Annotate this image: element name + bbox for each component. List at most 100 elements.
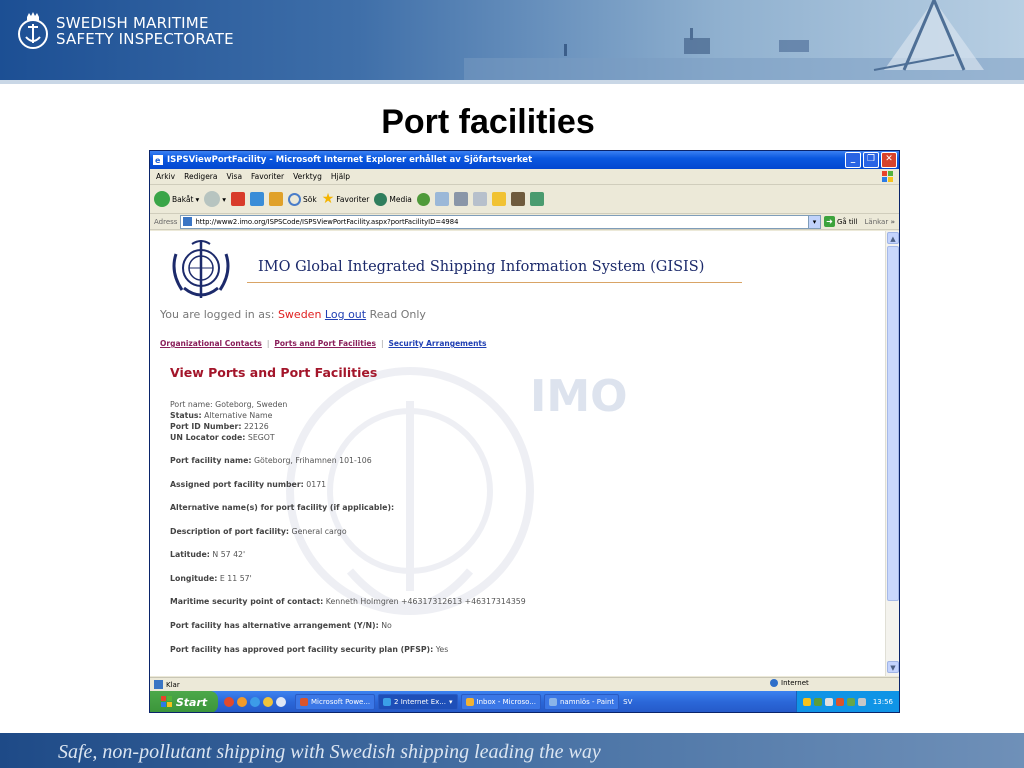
print-icon[interactable] [453,192,468,206]
logged-country: Sweden [277,308,322,321]
tray-icon[interactable] [813,698,822,706]
messenger-icon[interactable] [529,192,544,206]
logout-link[interactable]: Log out [325,308,366,321]
minimize-button[interactable]: _ [845,152,861,168]
menu-favoriter[interactable]: Favoriter [251,172,284,181]
page-status-icon [154,680,163,689]
media-label: Media [389,194,412,204]
latitude-value: N 57 42' [212,550,246,559]
standard-toolbar: Bakåt ▾ ▾ Sök ★ Favoriter Media [150,185,899,214]
pfsp-label: Port facility has approved port facility… [170,645,434,654]
imo-emblem-icon [172,240,230,298]
footer-slogan: Safe, non-pollutant shipping with Swedis… [58,741,601,763]
task-outlook-inbox[interactable]: Inbox - Microso... [460,694,541,710]
header-divider [0,80,1024,84]
quicklaunch-ie-icon[interactable] [250,697,260,707]
go-arrow-icon: ➜ [823,216,835,227]
task-powerpoint[interactable]: Microsoft Powe... [295,694,376,710]
media-button[interactable]: Media [374,192,412,206]
tray-icon[interactable] [824,698,833,706]
start-button[interactable]: Start [150,691,218,712]
logged-prefix: You are logged in as: [160,308,275,321]
port-name: Port name: Goteborg, Sweden [170,400,288,409]
menu-visa[interactable]: Visa [226,172,242,181]
security-contact-label: Maritime security point of contact: [170,597,324,606]
home-icon[interactable] [269,192,284,206]
refresh-icon[interactable] [250,192,265,206]
task-paint[interactable]: namnlös - Paint [543,694,620,710]
quicklaunch-desktop-icon[interactable] [276,697,286,707]
menu-verktyg[interactable]: Verktyg [293,172,322,181]
history-icon[interactable] [416,192,430,206]
tray-icon[interactable] [846,698,855,706]
scroll-up-icon[interactable]: ▲ [887,232,899,244]
forward-button[interactable]: ▾ [204,191,226,207]
status-label: Status: [170,411,202,420]
forward-dropdown-icon[interactable]: ▾ [222,195,226,204]
research-icon[interactable] [510,192,525,206]
back-button[interactable]: Bakåt ▾ [154,191,199,207]
address-input[interactable]: http://www2.imo.org/ISPSCode/ISPSViewPor… [180,214,821,229]
longitude-value: E 11 57' [219,574,252,583]
address-dropdown-icon[interactable]: ▾ [807,215,820,228]
quicklaunch-opera-icon[interactable] [224,697,234,707]
windows-taskbar: Start Microsoft Powe... 2 Internet Ex...… [150,691,899,712]
language-indicator[interactable]: SV [619,698,636,706]
port-id-label: Port ID Number: [170,422,242,431]
tray-icon[interactable] [857,698,866,706]
security-contact-value: Kenneth Holmgren +46317312613 +463173143… [325,597,526,606]
tray-icon[interactable] [835,698,844,706]
alternative-name-label: Alternative name(s) for port facility (i… [170,503,395,512]
outlook-icon [465,698,474,706]
un-locator-value: SEGOT [247,433,275,442]
menu-redigera[interactable]: Redigera [184,172,217,181]
media-icon [374,192,388,206]
description-value: General cargo [291,527,347,536]
longitude-label: Longitude: [170,574,218,583]
close-button[interactable]: ✕ [881,152,897,168]
nav-security-arrangements[interactable]: Security Arrangements [388,339,486,348]
alt-arrangement-label: Port facility has alternative arrangemen… [170,621,379,630]
restore-button[interactable]: ❐ [863,152,879,168]
read-only-label: Read Only [369,308,426,321]
menu-hjalp[interactable]: Hjälp [331,172,350,181]
scroll-down-icon[interactable]: ▼ [887,661,899,673]
nav-organizational-contacts[interactable]: Organizational Contacts [160,339,262,348]
page-content: IMO IMO Global Integrated Shipping Infor… [150,231,885,676]
search-button[interactable]: Sök [288,192,317,206]
favorites-button[interactable]: ★ Favoriter [322,191,370,207]
stop-icon[interactable] [231,192,246,206]
edit-icon[interactable] [472,192,487,206]
slide-title: Port facilities [381,103,595,141]
links-label: Länkar [864,217,889,226]
go-label: Gå till [836,217,858,226]
task-label: namnlös - Paint [559,698,615,706]
go-button[interactable]: ➜ Gå till [823,216,858,227]
links-button[interactable]: Länkar » [861,218,900,226]
vertical-scrollbar[interactable]: ▲ ▼ [885,231,899,676]
task-internet-explorer[interactable]: 2 Internet Ex... ▾ [378,694,458,710]
forward-arrow-icon [204,191,221,207]
back-dropdown-icon[interactable]: ▾ [196,195,200,204]
task-group-dropdown-icon[interactable]: ▾ [449,698,453,706]
nav-ports-and-port-facilities[interactable]: Ports and Port Facilities [274,339,376,348]
quicklaunch-firefox-icon[interactable] [263,697,273,707]
description-row: Description of port facility: General ca… [170,527,347,536]
clock[interactable]: 13:56 [873,698,893,706]
scroll-thumb[interactable] [887,246,899,601]
login-status: You are logged in as: Sweden Log out Rea… [160,308,426,321]
tray-icon[interactable] [802,698,811,706]
slide-header: SWEDISH MARITIME SAFETY INSPECTORATE [0,0,1024,80]
address-bar: Adress http://www2.imo.org/ISPSCode/ISPS… [150,214,899,230]
quicklaunch-outlook-icon[interactable] [237,697,247,707]
task-label: 2 Internet Ex... [394,698,446,706]
header-seascape [464,0,1024,80]
latitude-row: Latitude: N 57 42' [170,550,245,559]
discuss-icon[interactable] [491,192,506,206]
task-label: Inbox - Microso... [476,698,536,706]
ie-task-icon [383,698,392,706]
window-titlebar[interactable]: e ISPSViewPortFacility - Microsoft Inter… [150,151,899,169]
ie-icon: e [153,155,163,165]
menu-arkiv[interactable]: Arkiv [156,172,175,181]
mail-icon[interactable] [434,192,449,206]
